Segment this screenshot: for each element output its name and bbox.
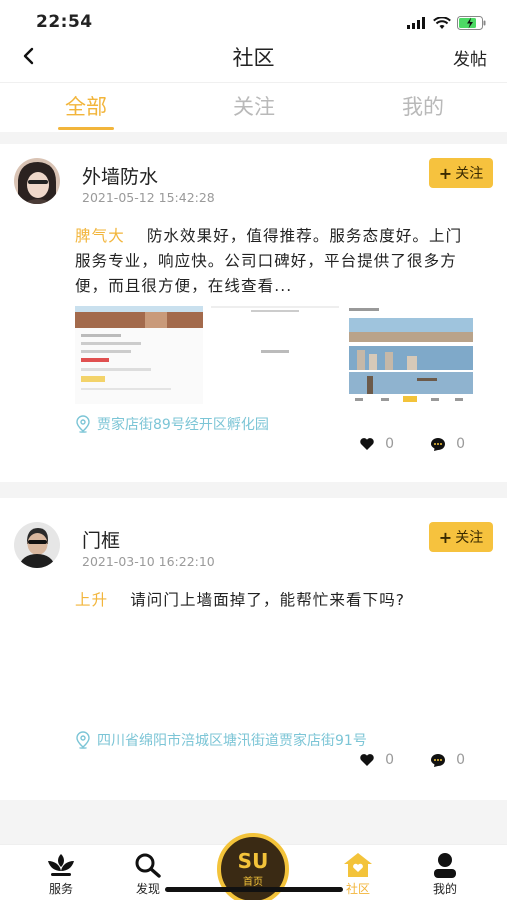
tab-active-indicator xyxy=(58,127,114,130)
post-stats: 0 0 xyxy=(323,436,465,452)
avatar[interactable] xyxy=(14,522,60,568)
profile-icon xyxy=(434,853,456,878)
post-images xyxy=(75,306,475,404)
location-pin-icon xyxy=(76,731,90,749)
community-icon xyxy=(344,853,372,877)
follow-label: 关注 xyxy=(455,166,484,182)
post-body[interactable]: 上升 请问门上墙面掉了，能帮忙来看下吗? xyxy=(75,588,477,613)
tabbar-item-mine[interactable]: 我的 xyxy=(415,851,475,897)
like-count-value: 0 xyxy=(385,436,395,452)
tab-following[interactable]: 关注 xyxy=(199,91,309,121)
status-bar: 22:54 xyxy=(0,0,507,40)
tabbar-item-service[interactable]: 服务 xyxy=(31,851,91,897)
post-location[interactable]: 贾家店街89号经开区孵化园 xyxy=(75,414,269,434)
section-divider xyxy=(0,132,507,144)
page-title: 社区 xyxy=(232,46,275,70)
post-author[interactable]: 门框 xyxy=(82,526,120,553)
service-icon xyxy=(48,854,74,876)
plus-icon: + xyxy=(438,163,453,183)
post-text: 防水效果好，值得推荐。服务态度好。上门服务专业，响应快。公司口碑好，平台提供了很… xyxy=(75,227,463,295)
follow-label: 关注 xyxy=(455,530,484,546)
signal-icon xyxy=(407,17,425,29)
heart-icon xyxy=(360,438,374,450)
tab-mine[interactable]: 我的 xyxy=(368,91,478,121)
plus-icon: + xyxy=(438,527,453,547)
nav-bar: 社区 发帖 xyxy=(0,36,507,76)
post-image[interactable] xyxy=(347,306,475,404)
wifi-icon xyxy=(433,16,451,29)
post-body[interactable]: 脾气大 防水效果好，值得推荐。服务态度好。上门服务专业，响应快。公司口碑好，平台提… xyxy=(75,224,477,299)
comment-icon xyxy=(431,437,446,451)
tab-bar: 全部 关注 我的 xyxy=(0,82,507,132)
post-author[interactable]: 外墙防水 xyxy=(82,162,158,189)
home-logo: SU xyxy=(237,848,269,873)
post-text: 请问门上墙面掉了，能帮忙来看下吗? xyxy=(130,591,406,609)
post-button[interactable]: 发帖 xyxy=(453,45,487,70)
comment-count-value: 0 xyxy=(456,436,465,452)
post-stats: 0 0 xyxy=(323,752,465,768)
tabbar-label: 服务 xyxy=(48,882,73,896)
post-card[interactable]: 门框 2021-03-10 16:22:10 + 关注 上升 请问门上墙面掉了，能… xyxy=(0,498,507,800)
tab-all[interactable]: 全部 xyxy=(31,91,141,121)
avatar[interactable] xyxy=(14,158,60,204)
like-count[interactable]: 0 xyxy=(359,752,394,768)
like-count[interactable]: 0 xyxy=(359,436,394,452)
post-location[interactable]: 四川省绵阳市涪城区塘汛街道贾家店街91号 xyxy=(75,730,367,750)
like-count-value: 0 xyxy=(385,752,395,768)
status-time: 22:54 xyxy=(36,12,93,32)
post-tag[interactable]: 脾气大 xyxy=(75,227,125,245)
section-divider xyxy=(0,482,507,498)
comment-count[interactable]: 0 xyxy=(430,752,465,768)
location-text: 贾家店街89号经开区孵化园 xyxy=(97,417,269,433)
tabbar-label: 首页 xyxy=(243,876,263,888)
home-indicator xyxy=(165,887,343,892)
location-pin-icon xyxy=(76,415,90,433)
post-date: 2021-03-10 16:22:10 xyxy=(82,554,215,569)
post-image[interactable] xyxy=(75,306,203,404)
heart-icon xyxy=(360,754,374,766)
comment-count-value: 0 xyxy=(456,752,465,768)
follow-button[interactable]: + 关注 xyxy=(429,158,493,188)
bottom-tab-bar: 服务 发现 SU 首页 社区 我的 xyxy=(0,833,507,900)
location-text: 四川省绵阳市涪城区塘汛街道贾家店街91号 xyxy=(97,733,367,749)
battery-charging-icon xyxy=(457,16,486,30)
post-card[interactable]: 外墙防水 2021-05-12 15:42:28 + 关注 脾气大 防水效果好，值… xyxy=(0,144,507,482)
post-date: 2021-05-12 15:42:28 xyxy=(82,190,215,205)
post-tag[interactable]: 上升 xyxy=(75,591,108,609)
search-icon xyxy=(135,853,161,878)
follow-button[interactable]: + 关注 xyxy=(429,522,493,552)
tabbar-label: 我的 xyxy=(432,882,457,896)
comment-count[interactable]: 0 xyxy=(430,436,465,452)
status-icons xyxy=(407,16,487,30)
comment-icon xyxy=(431,753,446,767)
post-image[interactable] xyxy=(211,306,339,404)
